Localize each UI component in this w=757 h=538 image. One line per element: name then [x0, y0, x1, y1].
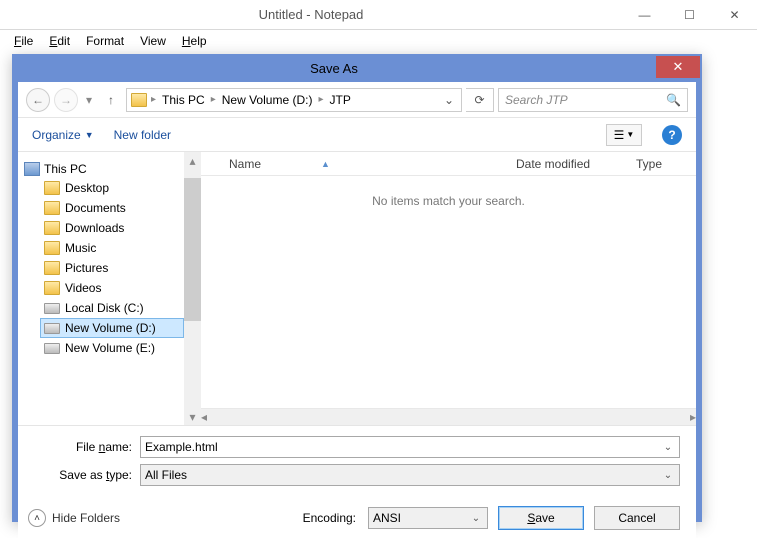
- tree-item-desktop[interactable]: Desktop: [40, 178, 184, 198]
- maximize-button[interactable]: ☐: [667, 4, 712, 26]
- chevron-down-icon: ▼: [626, 130, 634, 139]
- dialog-close-button[interactable]: ✕: [656, 56, 700, 78]
- new-folder-button[interactable]: New folder: [114, 128, 171, 142]
- toolbar: Organize▼ New folder ☰▼ ?: [18, 118, 696, 152]
- computer-icon: [24, 162, 40, 176]
- back-button[interactable]: ←: [26, 88, 50, 112]
- close-button[interactable]: ✕: [712, 4, 757, 26]
- disk-icon: [44, 303, 60, 314]
- save-as-dialog: Save As ✕ ← → ▾ ↑ ▸ This PC ▸ New Volume…: [12, 54, 702, 522]
- dialog-title: Save As: [12, 61, 656, 76]
- help-button[interactable]: ?: [662, 125, 682, 145]
- dialog-body: ← → ▾ ↑ ▸ This PC ▸ New Volume (D:) ▸ JT…: [18, 82, 696, 538]
- menu-view[interactable]: View: [134, 32, 172, 50]
- disk-icon: [44, 323, 60, 334]
- column-headers: Name▲ Date modified Type: [201, 152, 696, 176]
- save-button[interactable]: Save: [498, 506, 584, 530]
- sort-ascending-icon: ▲: [321, 159, 330, 169]
- view-options-button[interactable]: ☰▼: [606, 124, 642, 146]
- cancel-button[interactable]: Cancel: [594, 506, 680, 530]
- filename-input[interactable]: Example.html ⌄: [140, 436, 680, 458]
- horizontal-scrollbar[interactable]: ◂ ▸: [201, 408, 696, 425]
- scroll-right-icon[interactable]: ▸: [690, 409, 696, 426]
- folder-icon: [44, 201, 60, 215]
- minimize-button[interactable]: —: [622, 4, 667, 26]
- folder-icon: [44, 261, 60, 275]
- tree-item-new-volume-d[interactable]: New Volume (D:): [40, 318, 184, 338]
- address-bar[interactable]: ▸ This PC ▸ New Volume (D:) ▸ JTP ⌄: [126, 88, 462, 112]
- savetype-label: Save as type:: [34, 468, 140, 482]
- refresh-button[interactable]: ⟳: [466, 88, 494, 112]
- recent-locations-button[interactable]: ▾: [82, 88, 96, 112]
- breadcrumb-item[interactable]: JTP: [327, 93, 352, 107]
- folder-icon: [44, 241, 60, 255]
- chevron-down-icon[interactable]: ⌄: [469, 513, 483, 524]
- tree-item-downloads[interactable]: Downloads: [40, 218, 184, 238]
- disk-icon: [44, 343, 60, 354]
- search-placeholder: Search JTP: [505, 93, 666, 107]
- list-view-icon: ☰: [614, 128, 625, 142]
- menu-edit[interactable]: Edit: [43, 32, 76, 50]
- file-form: File name: Example.html ⌄ Save as type: …: [18, 425, 696, 498]
- encoding-label: Encoding:: [303, 511, 356, 525]
- breadcrumb-item[interactable]: New Volume (D:): [220, 93, 315, 107]
- column-date[interactable]: Date modified: [516, 157, 636, 171]
- up-button[interactable]: ↑: [100, 89, 122, 111]
- chevron-down-icon[interactable]: ⌄: [661, 470, 675, 481]
- tree-root-this-pc[interactable]: This PC: [18, 160, 184, 178]
- scroll-left-icon[interactable]: ◂: [201, 409, 207, 426]
- tree-item-pictures[interactable]: Pictures: [40, 258, 184, 278]
- savetype-select[interactable]: All Files ⌄: [140, 464, 680, 486]
- organize-button[interactable]: Organize▼: [32, 128, 94, 142]
- empty-message: No items match your search.: [201, 176, 696, 208]
- search-icon: 🔍: [666, 93, 681, 107]
- tree-item-new-volume-e[interactable]: New Volume (E:): [40, 338, 184, 358]
- column-type[interactable]: Type: [636, 157, 696, 171]
- hide-folders-button[interactable]: ˄ Hide Folders: [28, 509, 120, 527]
- file-list-panel: Name▲ Date modified Type No items match …: [201, 152, 696, 425]
- dialog-titlebar: Save As ✕: [12, 54, 702, 82]
- forward-button[interactable]: →: [54, 88, 78, 112]
- chevron-right-icon: ▸: [318, 94, 323, 105]
- address-dropdown-button[interactable]: ⌄: [441, 93, 457, 107]
- notepad-titlebar: Untitled - Notepad — ☐ ✕: [0, 0, 757, 30]
- chevron-right-icon: ▸: [151, 94, 156, 105]
- dialog-footer: ˄ Hide Folders Encoding: ANSI ⌄ Save Can…: [18, 498, 696, 538]
- notepad-title: Untitled - Notepad: [0, 7, 622, 22]
- folder-icon: [131, 93, 147, 107]
- chevron-up-icon: ˄: [28, 509, 46, 527]
- breadcrumb-item[interactable]: This PC: [160, 93, 207, 107]
- folder-icon: [44, 281, 60, 295]
- menu-file[interactable]: File: [8, 32, 39, 50]
- main-area: This PC Desktop Documents Downloads Musi…: [18, 152, 696, 425]
- scroll-up-icon[interactable]: ▴: [184, 152, 201, 169]
- notepad-window: Untitled - Notepad — ☐ ✕ File Edit Forma…: [0, 0, 757, 532]
- column-name[interactable]: Name▲: [201, 157, 516, 171]
- encoding-select[interactable]: ANSI ⌄: [368, 507, 488, 529]
- tree-item-music[interactable]: Music: [40, 238, 184, 258]
- tree-item-local-disk-c[interactable]: Local Disk (C:): [40, 298, 184, 318]
- scroll-down-icon[interactable]: ▾: [184, 408, 201, 425]
- search-input[interactable]: Search JTP 🔍: [498, 88, 688, 112]
- filename-label: File name:: [34, 440, 140, 454]
- tree-scrollbar[interactable]: ▴ ▾: [184, 152, 201, 425]
- menu-help[interactable]: Help: [176, 32, 213, 50]
- window-controls: — ☐ ✕: [622, 4, 757, 26]
- navigation-tree: This PC Desktop Documents Downloads Musi…: [18, 152, 184, 425]
- folder-icon: [44, 221, 60, 235]
- menu-format[interactable]: Format: [80, 32, 130, 50]
- notepad-menubar: File Edit Format View Help: [0, 30, 757, 52]
- chevron-down-icon[interactable]: ⌄: [661, 442, 675, 453]
- tree-item-documents[interactable]: Documents: [40, 198, 184, 218]
- navigation-bar: ← → ▾ ↑ ▸ This PC ▸ New Volume (D:) ▸ JT…: [18, 82, 696, 118]
- chevron-right-icon: ▸: [211, 94, 216, 105]
- folder-icon: [44, 181, 60, 195]
- tree-item-videos[interactable]: Videos: [40, 278, 184, 298]
- chevron-down-icon: ▼: [85, 130, 94, 140]
